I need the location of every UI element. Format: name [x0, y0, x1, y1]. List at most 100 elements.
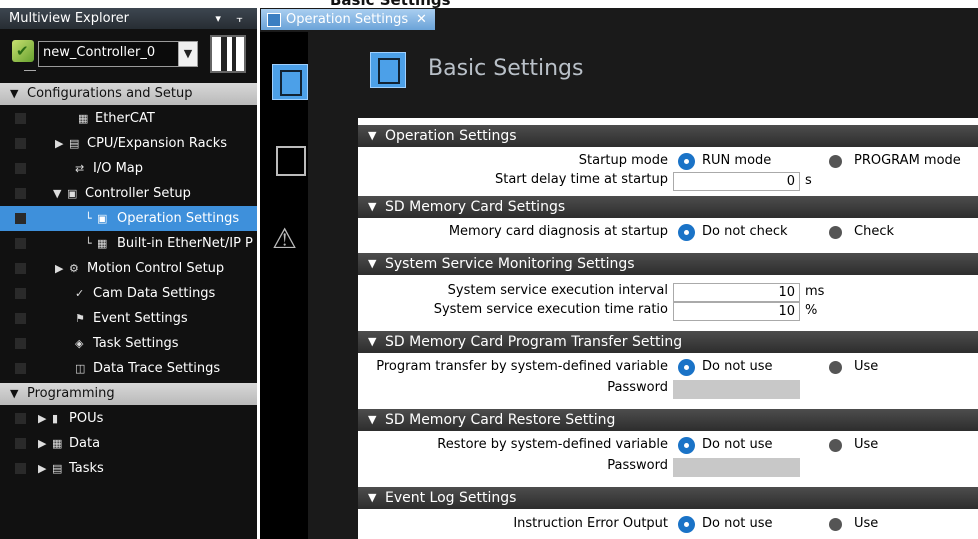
transfer-use-radio[interactable]	[829, 361, 842, 374]
tree-item-io-map[interactable]: ⇄ I/O Map	[0, 156, 257, 181]
section-sd-card-settings[interactable]: ▼ SD Memory Card Settings	[358, 196, 978, 218]
service-interval-unit: ms	[805, 284, 825, 299]
tree-item-ethernet-ip[interactable]: └ ▦ Built-in EtherNet/IP P	[0, 231, 257, 256]
tree-label: I/O Map	[93, 161, 144, 176]
operation-settings-icon: ▣	[97, 212, 108, 225]
transfer-use-label: Use	[854, 359, 879, 374]
tree-item-cpu-racks[interactable]: ▶ ▤ CPU/Expansion Racks	[0, 131, 257, 156]
section-title: SD Memory Card Program Transfer Setting	[385, 334, 683, 350]
tree-label: Motion Control Setup	[87, 261, 225, 276]
tree-item-pous[interactable]: ▶ ▮ POUs	[0, 406, 257, 431]
section-event-log[interactable]: ▼ Event Log Settings	[358, 487, 978, 509]
controller-select[interactable]: new_Controller_0 ▼	[38, 41, 198, 67]
rack-icon: ▤	[69, 137, 80, 150]
service-ratio-input[interactable]: 10	[673, 302, 800, 321]
service-ratio-unit: %	[805, 303, 818, 318]
tree-item-task-settings[interactable]: ◈ Task Settings	[0, 331, 257, 356]
error-use-label: Use	[854, 516, 879, 531]
collapse-triangle-icon[interactable]: ▼	[368, 196, 376, 218]
expand-triangle-icon[interactable]: ▶	[38, 456, 46, 481]
editor-pane: Operation Settings ✕ ⚠ Basic Settings ▼ …	[260, 8, 978, 539]
tree-item-ethercat[interactable]: ▦ EtherCAT	[0, 106, 257, 131]
section-restore-setting[interactable]: ▼ SD Memory Card Restore Setting	[358, 409, 978, 431]
tree-item-operation-settings[interactable]: └ ▣ Operation Settings	[0, 206, 257, 231]
expand-triangle-icon[interactable]: ▶	[55, 131, 63, 156]
tree-label: Cam Data Settings	[93, 286, 216, 301]
restore-do-not-use-radio[interactable]	[680, 439, 693, 452]
section-title: Operation Settings	[385, 128, 517, 144]
collapse-triangle-icon[interactable]: ▼	[368, 125, 376, 147]
warning-tool-icon: ⚠	[272, 222, 298, 255]
collapse-triangle-icon[interactable]: ▼	[368, 409, 376, 431]
expand-triangle-icon[interactable]: ▼	[53, 181, 61, 206]
tree-group-programming[interactable]: ▼ Programming	[0, 383, 257, 405]
program-transfer-button[interactable]	[272, 142, 306, 176]
cam-icon: ✓	[75, 287, 85, 300]
expand-triangle-icon[interactable]: ▶	[38, 406, 46, 431]
start-delay-input[interactable]: 0	[673, 172, 800, 191]
error-do-not-use-label: Do not use	[702, 516, 773, 531]
settings-doc-icon	[267, 13, 281, 27]
tree-label: Controller Setup	[85, 186, 191, 201]
service-ratio-label: System service execution time ratio	[433, 302, 668, 317]
error-use-radio[interactable]	[829, 518, 842, 531]
section-program-transfer[interactable]: ▼ SD Memory Card Program Transfer Settin…	[358, 331, 978, 353]
page-title: Basic Settings	[428, 56, 584, 81]
expand-triangle-icon[interactable]: ▼	[10, 383, 18, 405]
table-icon: ▦	[52, 437, 63, 450]
basic-settings-button[interactable]	[272, 64, 308, 100]
do-not-check-radio[interactable]	[680, 226, 693, 239]
tree-item-event-settings[interactable]: ⚑ Event Settings	[0, 306, 257, 331]
section-title: SD Memory Card Restore Setting	[385, 412, 616, 428]
tree-label: Programming	[27, 386, 115, 401]
tasks-icon: ▤	[52, 462, 63, 475]
tree-marker	[15, 313, 26, 324]
check-radio[interactable]	[829, 226, 842, 239]
collapse-triangle-icon[interactable]: ▼	[368, 487, 376, 509]
tree-label: Tasks	[69, 461, 104, 476]
basic-settings-header-icon	[370, 52, 406, 88]
tree-item-cam-data[interactable]: ✓ Cam Data Settings	[0, 281, 257, 306]
controller-check-icon	[12, 40, 34, 62]
card-diagnosis-label: Memory card diagnosis at startup	[448, 224, 668, 239]
section-title: Event Log Settings	[385, 490, 517, 506]
tree-label: POUs	[69, 411, 104, 426]
explorer-pin-buttons[interactable]: ▾ ⫟	[215, 8, 249, 29]
expand-triangle-icon[interactable]: ▶	[38, 431, 46, 456]
tree-label: Event Settings	[93, 311, 188, 326]
restore-button[interactable]: ⚠	[272, 222, 306, 256]
section-service-monitoring[interactable]: ▼ System Service Monitoring Settings	[358, 253, 978, 275]
transfer-icon	[276, 146, 306, 176]
error-do-not-use-radio[interactable]	[680, 518, 693, 531]
expand-triangle-icon[interactable]: ▼	[10, 83, 18, 105]
restore-password-field	[673, 458, 800, 477]
service-interval-input[interactable]: 10	[673, 283, 800, 302]
tree-item-data-trace[interactable]: ◫ Data Trace Settings	[0, 356, 257, 381]
chevron-down-icon[interactable]: ▼	[178, 42, 197, 66]
close-icon[interactable]: ✕	[416, 9, 427, 30]
basic-settings-icon	[280, 70, 302, 96]
tree-group-configurations[interactable]: ▼ Configurations and Setup	[0, 83, 257, 105]
tree-marker	[15, 238, 26, 249]
run-mode-radio[interactable]	[680, 155, 693, 168]
section-operation-settings[interactable]: ▼ Operation Settings	[358, 125, 978, 147]
settings-category-strip: ⚠	[260, 32, 308, 539]
tree-item-data[interactable]: ▶ ▦ Data	[0, 431, 257, 456]
tree-item-motion-control[interactable]: ▶ ⚙ Motion Control Setup	[0, 256, 257, 281]
tab-operation-settings[interactable]: Operation Settings ✕	[261, 9, 435, 30]
restore-use-radio[interactable]	[829, 439, 842, 452]
collapse-triangle-icon[interactable]: ▼	[368, 253, 376, 275]
expand-triangle-icon[interactable]: ▶	[55, 256, 63, 281]
tree-item-controller-setup[interactable]: ▼ ▣ Controller Setup	[0, 181, 257, 206]
tree-marker	[15, 188, 26, 199]
flag-icon: ⚑	[75, 312, 85, 325]
tree-item-tasks[interactable]: ▶ ▤ Tasks	[0, 456, 257, 481]
transfer-do-not-use-radio[interactable]	[680, 361, 693, 374]
restore-password-label: Password	[607, 458, 668, 473]
tree-label: EtherCAT	[95, 111, 155, 126]
collapse-triangle-icon[interactable]: ▼	[368, 331, 376, 353]
transfer-password-field	[673, 380, 800, 399]
section-title: SD Memory Card Settings	[385, 199, 566, 215]
controller-device-icon[interactable]	[210, 35, 246, 73]
program-mode-radio[interactable]	[829, 155, 842, 168]
